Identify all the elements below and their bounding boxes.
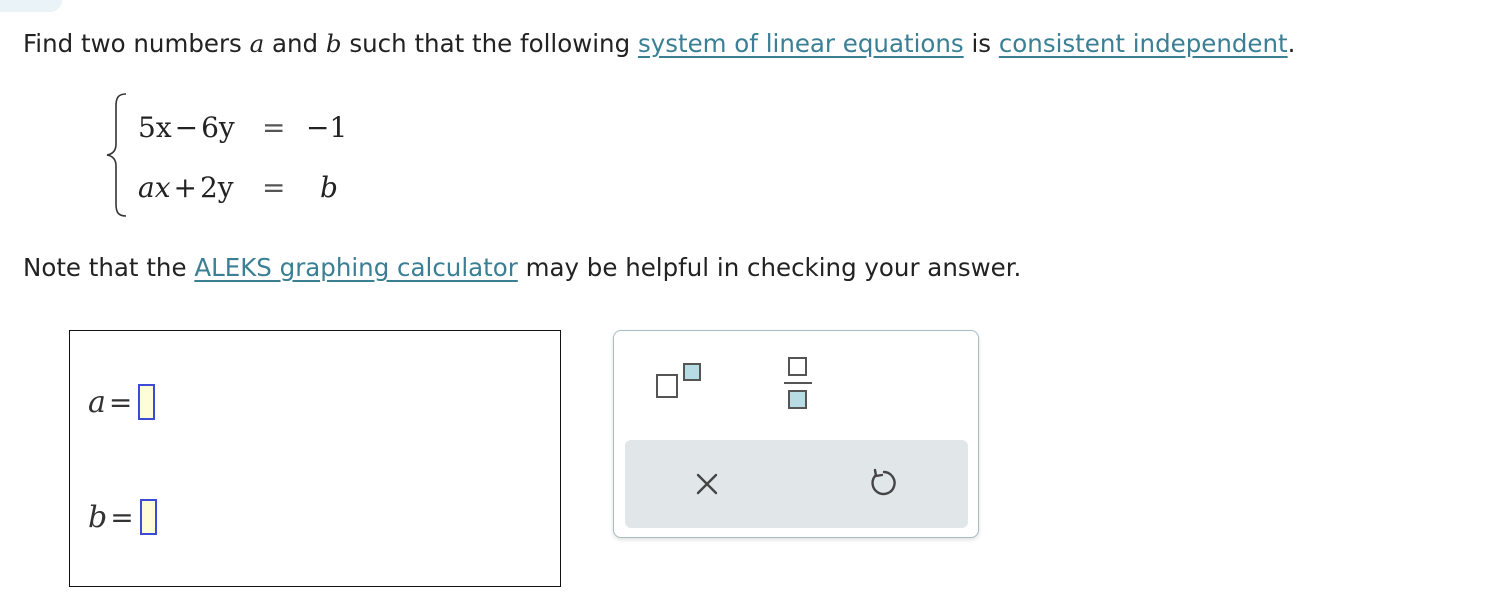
superscript-icon bbox=[656, 363, 701, 398]
equation-2-lhs: ax +2y bbox=[138, 171, 234, 205]
variable-a: a bbox=[249, 29, 265, 58]
answer-row-b: b = bbox=[88, 496, 157, 538]
equation-2-rhs: b bbox=[320, 171, 338, 204]
term: 2y bbox=[199, 171, 234, 204]
term: 5x bbox=[138, 111, 172, 144]
math-palette bbox=[613, 330, 979, 538]
undo-button[interactable] bbox=[867, 466, 901, 500]
consistent-independent-link[interactable]: consistent independent bbox=[999, 29, 1288, 58]
term: 6y bbox=[201, 111, 235, 144]
term: ax bbox=[138, 171, 171, 204]
equation-2: ax +2y = b bbox=[138, 171, 358, 205]
aleks-graphing-calculator-link[interactable]: ALEKS graphing calculator bbox=[194, 253, 517, 282]
equals-sign: = bbox=[262, 111, 286, 144]
answer-box: a = b = bbox=[69, 330, 561, 587]
equals-sign: = bbox=[110, 500, 134, 534]
answer-b-input[interactable] bbox=[139, 499, 157, 535]
prompt-text: and bbox=[272, 29, 319, 58]
prompt-period: . bbox=[1287, 29, 1296, 58]
prompt-text: Find two numbers bbox=[23, 29, 242, 58]
clear-button[interactable] bbox=[691, 468, 723, 500]
answer-row-a: a = bbox=[88, 381, 156, 423]
superscript-template-button[interactable] bbox=[654, 359, 710, 407]
undo-icon bbox=[871, 468, 896, 496]
calculator-note: Note that the ALEKS graphing calculator … bbox=[23, 252, 1021, 284]
equation-1-lhs: 5x −6y bbox=[138, 111, 235, 145]
operator: + bbox=[173, 171, 197, 204]
equation-1-rhs: −1 bbox=[306, 111, 348, 144]
answer-b-label: b bbox=[88, 499, 108, 535]
equals-sign: = bbox=[262, 171, 286, 204]
equals-sign: = bbox=[108, 385, 133, 419]
prompt-text: such that the following bbox=[349, 29, 631, 58]
note-text: may be helpful in checking your answer. bbox=[525, 253, 1022, 282]
fraction-icon bbox=[784, 357, 812, 409]
fraction-template-button[interactable] bbox=[778, 355, 818, 411]
close-icon bbox=[696, 473, 718, 495]
operator: − bbox=[174, 111, 199, 144]
answer-a-input[interactable] bbox=[138, 384, 156, 420]
left-brace-icon bbox=[106, 93, 127, 217]
answer-a-label: a bbox=[88, 384, 106, 420]
problem-statement: Find two numbers a and b such that the f… bbox=[23, 28, 1493, 60]
variable-b: b bbox=[325, 29, 342, 58]
system-of-linear-equations-link[interactable]: system of linear equations bbox=[638, 29, 964, 58]
palette-actions-bar bbox=[625, 440, 968, 528]
prompt-text: is bbox=[971, 29, 992, 58]
note-text: Note that the bbox=[23, 253, 187, 282]
equation-1: 5x −6y = −1 bbox=[138, 111, 358, 145]
top-corner-tab bbox=[0, 0, 62, 12]
